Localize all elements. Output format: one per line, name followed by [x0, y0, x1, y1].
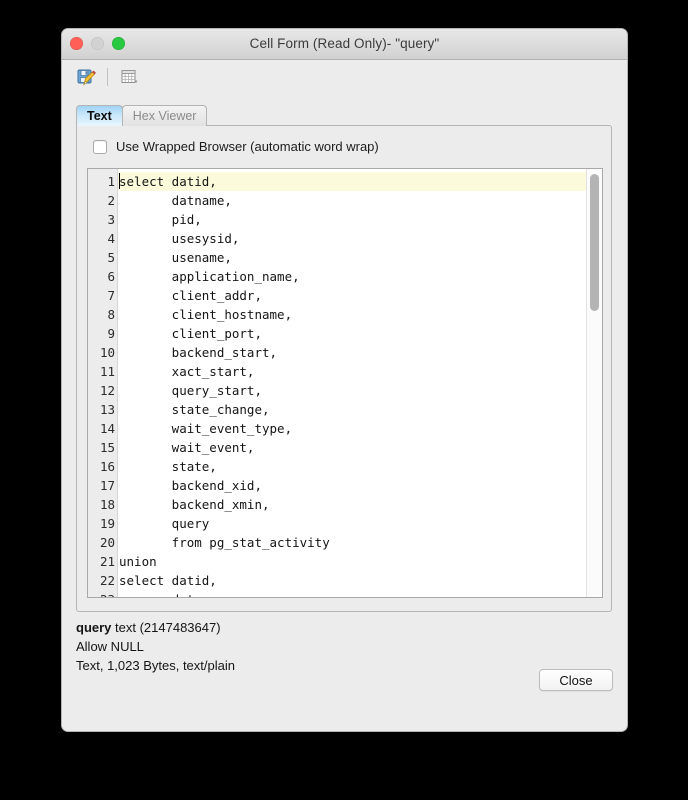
code-line[interactable]: state_change,: [118, 400, 602, 419]
code-line[interactable]: datname,: [118, 191, 602, 210]
tab-bar: Text Hex Viewer: [76, 105, 208, 126]
text-caret: [119, 173, 120, 189]
wrap-browser-checkbox[interactable]: [93, 139, 107, 154]
code-line[interactable]: backend_xid,: [118, 476, 602, 495]
editor-vertical-scrollbar[interactable]: [586, 169, 602, 597]
code-line[interactable]: select datid,: [118, 571, 602, 590]
cell-type: text (2147483647): [115, 620, 221, 635]
cell-details: Text, 1,023 Bytes, text/plain: [76, 658, 235, 673]
code-line[interactable]: client_addr,: [118, 286, 602, 305]
code-line[interactable]: usename,: [118, 248, 602, 267]
code-content[interactable]: select datid, datname, pid, usesysid, us…: [118, 169, 602, 597]
code-line[interactable]: client_port,: [118, 324, 602, 343]
line-number: 9: [107, 326, 115, 341]
line-number: 21: [99, 554, 115, 569]
grid-table-icon: [121, 70, 138, 83]
code-line[interactable]: wait_event_type,: [118, 419, 602, 438]
close-button[interactable]: Close: [539, 669, 613, 691]
code-line[interactable]: query: [118, 514, 602, 533]
save-edit-icon: [77, 69, 96, 86]
line-number: 20: [99, 535, 115, 550]
line-number: 5: [107, 250, 115, 265]
code-line[interactable]: usesysid,: [118, 229, 602, 248]
tab-text[interactable]: Text: [76, 105, 123, 126]
code-line[interactable]: wait_event,: [118, 438, 602, 457]
code-line[interactable]: pid,: [118, 210, 602, 229]
window-title: Cell Form (Read Only)- "query": [249, 36, 440, 51]
line-number: 8: [107, 307, 115, 322]
cell-info-type-row: query text (2147483647): [76, 618, 612, 637]
code-line[interactable]: query_start,: [118, 381, 602, 400]
tab-hex-viewer-label: Hex Viewer: [132, 109, 197, 123]
grid-view-button[interactable]: [117, 65, 141, 89]
code-line[interactable]: union: [118, 552, 602, 571]
line-number: 19: [99, 516, 115, 531]
line-number: 13: [99, 402, 115, 417]
text-tab-panel: Use Wrapped Browser (automatic word wrap…: [76, 125, 612, 612]
toolbar: [62, 60, 627, 97]
code-line[interactable]: client_hostname,: [118, 305, 602, 324]
line-number: 11: [99, 364, 115, 379]
line-number: 4: [107, 231, 115, 246]
title-bar: Cell Form (Read Only)- "query": [62, 29, 627, 60]
line-number: 6: [107, 269, 115, 284]
line-number: 22: [99, 573, 115, 588]
code-line[interactable]: backend_xmin,: [118, 495, 602, 514]
tab-hex-viewer[interactable]: Hex Viewer: [121, 105, 208, 126]
cell-column-name: query: [76, 620, 112, 635]
code-line[interactable]: datname,: [118, 590, 602, 597]
line-number: 7: [107, 288, 115, 303]
code-line[interactable]: application_name,: [118, 267, 602, 286]
wrap-browser-label: Use Wrapped Browser (automatic word wrap…: [116, 139, 379, 154]
cell-info: query text (2147483647) Allow NULL Text,…: [76, 618, 612, 675]
code-line[interactable]: state,: [118, 457, 602, 476]
line-number: 1: [107, 174, 115, 189]
tab-text-label: Text: [87, 109, 112, 123]
line-number: 10: [99, 345, 115, 360]
line-number: 16: [99, 459, 115, 474]
line-number: 18: [99, 497, 115, 512]
wrap-browser-option[interactable]: Use Wrapped Browser (automatic word wrap…: [93, 139, 379, 154]
line-number: 3: [107, 212, 115, 227]
editor-scrollbar-thumb[interactable]: [590, 174, 599, 311]
line-number: 14: [99, 421, 115, 436]
cell-form-window: Cell Form (Read Only)- "query" Text Hex …: [62, 29, 627, 731]
code-line[interactable]: backend_start,: [118, 343, 602, 362]
line-number: 2: [107, 193, 115, 208]
code-line[interactable]: xact_start,: [118, 362, 602, 381]
line-number: 12: [99, 383, 115, 398]
save-edit-button[interactable]: [74, 65, 98, 89]
cell-nullability: Allow NULL: [76, 639, 144, 654]
code-line[interactable]: from pg_stat_activity: [118, 533, 602, 552]
line-number: 23: [88, 590, 117, 597]
code-editor[interactable]: 1234567891011121314151617181920212223242…: [87, 168, 603, 598]
line-number: 17: [99, 478, 115, 493]
line-number: 15: [99, 440, 115, 455]
line-number-gutter: 1234567891011121314151617181920212223242…: [88, 169, 118, 597]
toolbar-separator: [107, 68, 108, 86]
code-line[interactable]: select datid,: [118, 172, 602, 191]
